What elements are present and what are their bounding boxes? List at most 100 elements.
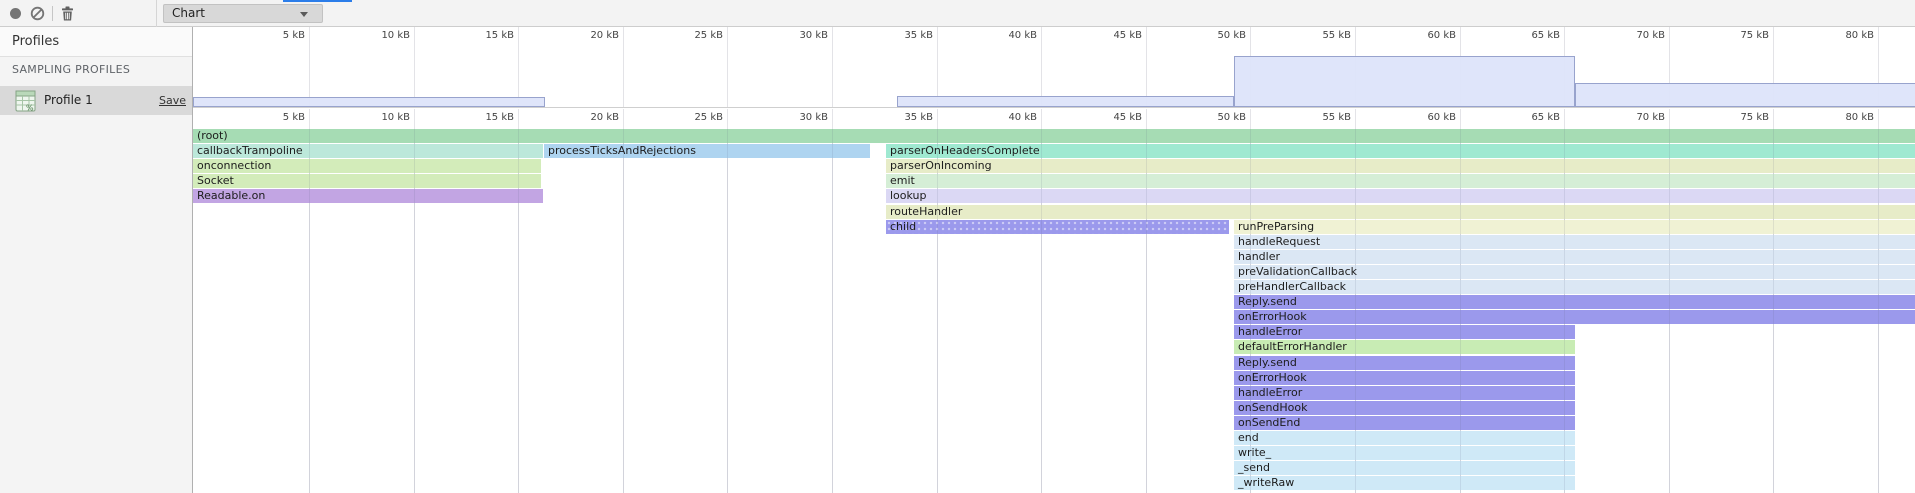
flame-bar-end[interactable]: end [1234,431,1575,445]
flame-bar-onconnection[interactable]: onconnection [193,159,541,173]
flame-bar--root-[interactable]: (root) [193,129,1915,143]
overview-tick-label: 65 kB [1504,30,1560,41]
overview-tick-label: 5 kB [249,30,305,41]
profiles-sidebar: Profiles SAMPLING PROFILES % Profile 1 S… [0,27,193,493]
flame-gridline-over [937,129,938,493]
profiler-toolbar: Chart [0,0,1915,27]
overview-tick-label: 70 kB [1609,30,1665,41]
flame-gridline-over [1669,129,1670,493]
overview-gridline [937,27,938,107]
active-tab-indicator [283,0,352,2]
flame-tick-label: 80 kB [1818,112,1874,123]
view-mode-select[interactable]: Chart [163,4,323,23]
overview-step[interactable] [193,97,545,107]
flame-chart-pane: 5 kB 10 kB 15 kB 20 kB 25 kB 30 kB 35 kB 40 kB 4… [193,27,1915,493]
flame-tick-label: 55 kB [1295,112,1351,123]
flame-bar-prevalidationcallback[interactable]: preValidationCallback [1234,265,1915,279]
flame-gridline-over [623,129,624,493]
chevron-down-icon [300,12,308,17]
flame-gridline-over [727,129,728,493]
heap-profiler-panel: Chart Profiles SAMPLING PROFILES % Profi… [0,0,1915,493]
svg-text:%: % [26,104,34,113]
flame-bar-prehandlercallback[interactable]: preHandlerCallback [1234,280,1915,294]
flame-bar-callbacktrampoline[interactable]: callbackTrampoline [193,144,543,158]
overview-tick-label: 45 kB [1086,30,1142,41]
trash-icon[interactable] [58,4,77,23]
flame-gridline-over [309,129,310,493]
overview-step[interactable] [1234,56,1575,107]
flame-bar-defaulterrorhandler[interactable]: defaultErrorHandler [1234,340,1575,354]
overview-tick-label: 10 kB [354,30,410,41]
flame-bar-reply-send[interactable]: Reply.send [1234,295,1915,309]
flame-bar--send[interactable]: _send [1234,461,1575,475]
flame-gridline-over [1355,129,1356,493]
flame-gridline-over [1773,129,1774,493]
flame-bar-handlerequest[interactable]: handleRequest [1234,235,1915,249]
flame-bar--writeraw[interactable]: _writeRaw [1234,476,1575,490]
flame-gridline-over [832,129,833,493]
flame-tick-label: 75 kB [1713,112,1769,123]
flame-bar-onsendhook[interactable]: onSendHook [1234,401,1575,415]
save-link[interactable]: Save [159,94,186,107]
flame-bar-write-[interactable]: write_ [1234,446,1575,460]
sidebar-item-profile-1[interactable]: % Profile 1 Save [0,86,192,115]
sampling-profiles-section-label: SAMPLING PROFILES [12,63,130,76]
flame-gridline-over [414,129,415,493]
flame-bar-handleerror[interactable]: handleError [1234,325,1575,339]
flame-gridline-over [1878,129,1879,493]
overview-tick-label: 40 kB [981,30,1037,41]
overview-tick-label: 30 kB [772,30,828,41]
record-icon[interactable] [6,4,25,23]
clear-icon[interactable] [28,4,47,23]
overview-tick-label: 35 kB [877,30,933,41]
overview-gridline [1041,27,1042,107]
flame-bar-socket[interactable]: Socket [193,174,541,188]
overview-tick-label: 75 kB [1713,30,1769,41]
overview-gridline [623,27,624,107]
overview-tick-label: 60 kB [1400,30,1456,41]
flame-tick-label: 5 kB [249,112,305,123]
overview-step[interactable] [1575,83,1915,107]
overview-tick-label: 20 kB [563,30,619,41]
flame-tick-label: 35 kB [877,112,933,123]
view-mode-selected-label: Chart [172,6,205,20]
overview-gridline [832,27,833,107]
overview-tick-label: 15 kB [458,30,514,41]
flame-bar-runpreparsing[interactable]: runPreParsing [1234,220,1915,234]
flame-bar-processticksandrejections[interactable]: processTicksAndRejections [544,144,870,158]
flame-tick-label: 65 kB [1504,112,1560,123]
profiles-header: Profiles [0,27,192,57]
overview-baseline [193,107,1915,108]
profile-document-icon: % [15,90,36,116]
flame-bar-onerrorhook[interactable]: onErrorHook [1234,371,1575,385]
overview-step[interactable] [897,96,1234,107]
toolbar-divider [156,0,157,27]
flame-tick-label: 40 kB [981,112,1037,123]
overview-tick-label: 50 kB [1190,30,1246,41]
flame-bar-onsendend[interactable]: onSendEnd [1234,416,1575,430]
overview-gridline [309,27,310,107]
flame-gridline-over [1460,129,1461,493]
overview-tick-label: 55 kB [1295,30,1351,41]
flame-tick-label: 45 kB [1086,112,1142,123]
flame-gridline-over [1250,129,1251,493]
flame-tick-label: 25 kB [667,112,723,123]
flame-bar-handler[interactable]: handler [1234,250,1915,264]
toolbar-separator [52,6,53,21]
flame-gridline-over [1041,129,1042,493]
flame-gridline-over [1146,129,1147,493]
flame-tick-label: 10 kB [354,112,410,123]
overview-gridline [414,27,415,107]
flame-tick-label: 30 kB [772,112,828,123]
flame-gridline-over [1564,129,1565,493]
overview-gridline [727,27,728,107]
profile-name: Profile 1 [44,93,93,107]
flame-bar-handleerror[interactable]: handleError [1234,386,1575,400]
flame-bar-readable-on[interactable]: Readable.on [193,189,543,203]
flame-tick-label: 15 kB [458,112,514,123]
flame-bar-reply-send[interactable]: Reply.send [1234,356,1575,370]
flame-gridline-over [518,129,519,493]
flame-bar-onerrorhook[interactable]: onErrorHook [1234,310,1915,324]
flame-tick-label: 50 kB [1190,112,1246,123]
overview-tick-label: 25 kB [667,30,723,41]
